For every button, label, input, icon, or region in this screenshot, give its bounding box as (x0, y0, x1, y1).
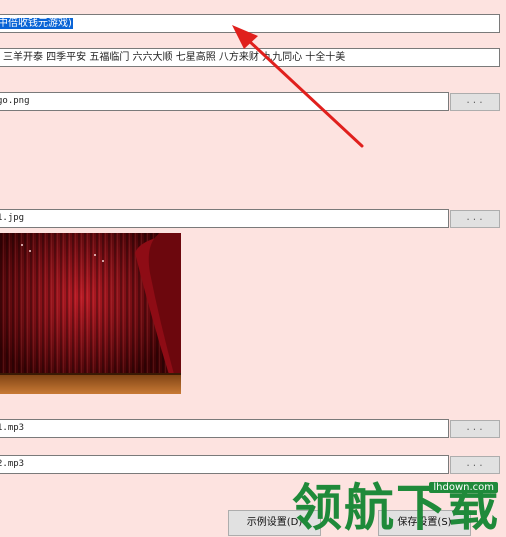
title-input[interactable]: 中倍收钱元游戏) (0, 14, 500, 33)
logo-path-text: go.png (0, 96, 30, 106)
music-path-text-1: 1.mp3 (0, 423, 25, 433)
background-path-input[interactable]: 1.jpg (0, 209, 449, 228)
music-path-text-2: 2.mp3 (0, 459, 25, 469)
title-input-text: 中倍收钱元游戏) (0, 18, 73, 29)
blessings-input-text: 三羊开泰 四季平安 五福临门 六六大顺 七星高照 八方来财 九九同心 十全十美 (3, 52, 346, 63)
blessings-input[interactable]: 三羊开泰 四季平安 五福临门 六六大顺 七星高照 八方来财 九九同心 十全十美 (0, 48, 500, 67)
background-browse-button[interactable]: ... (450, 210, 500, 228)
music-path-input-2[interactable]: 2.mp3 (0, 455, 449, 474)
site-watermark-url: lhdown.com (429, 482, 498, 493)
music-browse-button-1[interactable]: ... (450, 420, 500, 438)
stage-curtain-illustration (0, 233, 181, 394)
music-path-input-1[interactable]: 1.mp3 (0, 419, 449, 438)
background-path-text: 1.jpg (0, 213, 25, 223)
logo-path-input[interactable]: go.png (0, 92, 449, 111)
logo-browse-button[interactable]: ... (450, 93, 500, 111)
music-browse-button-2[interactable]: ... (450, 456, 500, 474)
background-preview-image (0, 233, 181, 394)
